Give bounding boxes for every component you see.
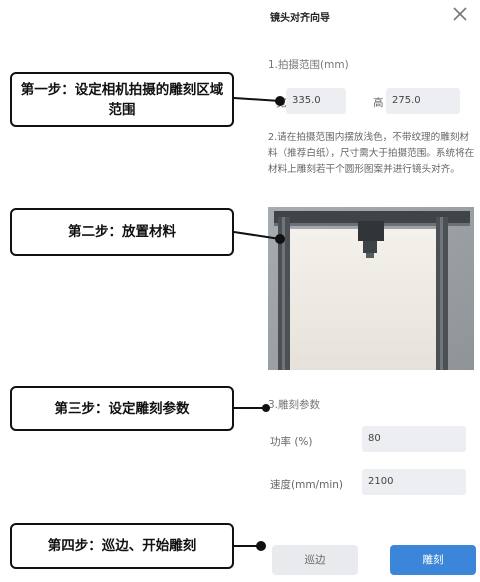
callout-step3: 第三步：设定雕刻参数 [10, 386, 234, 431]
trace-button[interactable]: 巡边 [272, 545, 358, 575]
engrave-params-title: 3.雕刻参数 [268, 399, 321, 411]
width-input[interactable]: 335.0 [286, 88, 346, 114]
width-label: 宽 [276, 97, 287, 109]
speed-label: 速度(mm/min) [270, 479, 343, 491]
height-label: 高 [373, 97, 384, 109]
close-icon[interactable] [450, 4, 470, 24]
callout-step2: 第二步：放置材料 [10, 208, 234, 256]
camera-preview-image [268, 207, 474, 370]
lens-alignment-dialog: 镜头对齐向导 1.拍摄范围(mm) 宽 335.0 高 275.0 2.请在拍摄… [262, 0, 480, 582]
height-input[interactable]: 275.0 [386, 88, 460, 114]
callout-step1: 第一步：设定相机拍摄的雕刻区域范围 [10, 72, 234, 127]
material-instructions: 2.请在拍摄范围内摆放浅色，不带纹理的雕刻材料（推荐白纸），尺寸需大于拍摄范围。… [268, 132, 475, 175]
capture-range-title: 1.拍摄范围(mm) [268, 59, 349, 71]
callout-step4: 第四步：巡边、开始雕刻 [10, 523, 234, 569]
engrave-button[interactable]: 雕刻 [390, 545, 476, 575]
dialog-title: 镜头对齐向导 [270, 13, 330, 24]
power-label: 功率 (%) [270, 436, 313, 448]
power-input[interactable]: 80 [362, 426, 466, 452]
speed-input[interactable]: 2100 [362, 469, 466, 495]
